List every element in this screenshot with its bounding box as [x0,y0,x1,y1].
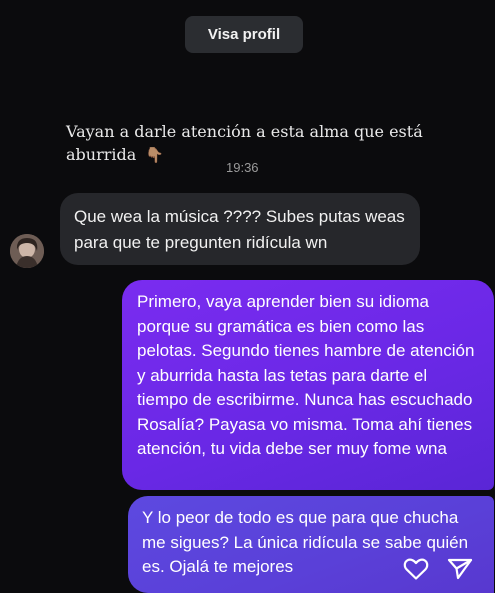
avatar[interactable] [10,234,44,268]
heart-icon[interactable] [403,557,429,581]
message-timestamp: 19:36 [226,160,259,175]
incoming-message[interactable]: Que wea la música ???? Subes putas weas … [60,193,420,265]
story-reply-caption: Vayan a darle atención a esta alma que e… [66,122,423,164]
avatar-image [10,234,44,268]
outgoing-message[interactable]: Primero, vaya aprender bien su idioma po… [122,280,494,490]
send-icon[interactable] [447,557,473,581]
pointing-down-emoji: 👇🏽 [145,146,165,164]
view-profile-button[interactable]: Visa profil [185,16,303,53]
message-actions [403,557,483,587]
